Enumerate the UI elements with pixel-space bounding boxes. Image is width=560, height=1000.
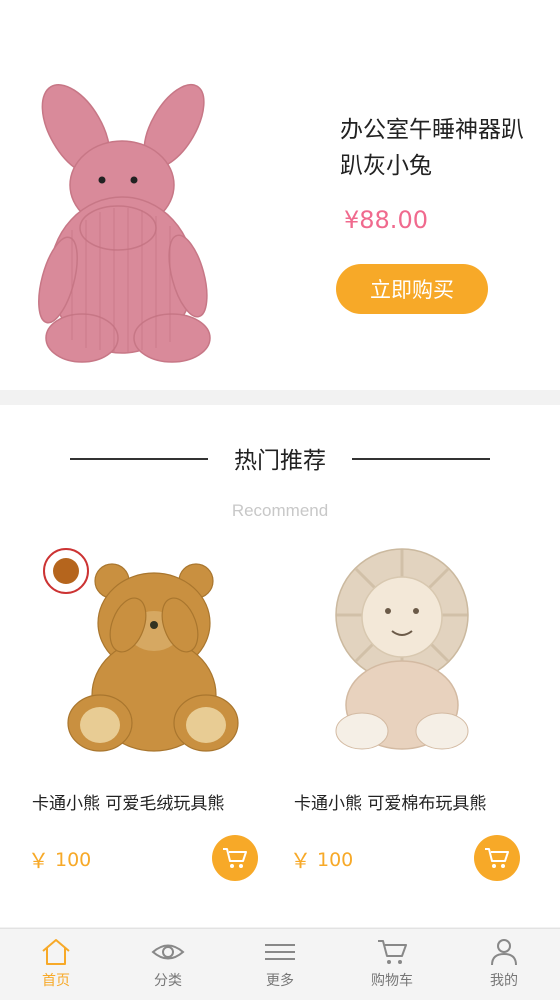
section-header: 热门推荐 Recommend bbox=[0, 435, 560, 520]
tab-label: 分类 bbox=[154, 973, 182, 989]
currency-symbol: ￥ bbox=[28, 849, 49, 873]
tab-category[interactable]: 分类 bbox=[112, 929, 224, 1000]
featured-price: ¥88.00 bbox=[344, 206, 428, 234]
plush-pig-image[interactable] bbox=[22, 80, 222, 370]
tab-more[interactable]: 更多 bbox=[224, 929, 336, 1000]
eye-icon bbox=[151, 944, 185, 960]
menu-icon bbox=[265, 944, 295, 960]
tab-cart[interactable]: 购物车 bbox=[336, 929, 448, 1000]
user-icon bbox=[491, 939, 517, 966]
product-price: ￥ 100 bbox=[290, 845, 353, 875]
tab-label: 我的 bbox=[490, 973, 518, 989]
price-value: 100 bbox=[55, 849, 92, 871]
section-title: 热门推荐 bbox=[234, 448, 326, 474]
section-subtitle: Recommend bbox=[231, 501, 329, 520]
cart-icon bbox=[485, 848, 509, 868]
cart-icon bbox=[378, 940, 407, 964]
featured-title: 办公室午睡神器趴趴灰小兔 bbox=[340, 117, 524, 179]
product-name: 卡通小熊 可爱毛绒玩具熊 bbox=[32, 794, 225, 814]
tab-home[interactable]: 首页 bbox=[0, 929, 112, 1000]
product-name: 卡通小熊 可爱棉布玩具熊 bbox=[294, 794, 487, 814]
product-price: ￥ 100 bbox=[28, 845, 91, 875]
tab-profile[interactable]: 我的 bbox=[448, 929, 560, 1000]
add-to-cart-button[interactable] bbox=[212, 835, 258, 881]
bottom-tab-bar: 首页 分类 更多 购物车 我的 bbox=[0, 928, 560, 1000]
tab-label: 更多 bbox=[266, 973, 294, 989]
currency-symbol: ￥ bbox=[290, 849, 311, 873]
cart-icon bbox=[223, 848, 247, 868]
product-card[interactable]: 卡通小熊 可爱棉布玩具熊 ￥ 100 bbox=[262, 545, 542, 925]
featured-product: 办公室午睡神器趴趴灰小兔 ¥88.00 立即购买 bbox=[0, 0, 560, 390]
add-to-cart-button[interactable] bbox=[474, 835, 520, 881]
tab-label: 购物车 bbox=[371, 973, 413, 989]
home-icon bbox=[42, 939, 70, 965]
buy-now-button[interactable]: 立即购买 bbox=[336, 264, 488, 314]
recommend-section: 热门推荐 Recommend 卡通小熊 可爱毛绒玩具熊 ￥ 100 卡通小熊 可… bbox=[0, 405, 560, 927]
brown-teddy-bear-image[interactable] bbox=[20, 545, 260, 765]
tab-label: 首页 bbox=[42, 973, 70, 989]
price-value: 100 bbox=[317, 849, 354, 871]
product-card[interactable]: 卡通小熊 可爱毛绒玩具熊 ￥ 100 bbox=[0, 545, 280, 925]
lion-plush-image[interactable] bbox=[282, 545, 522, 765]
